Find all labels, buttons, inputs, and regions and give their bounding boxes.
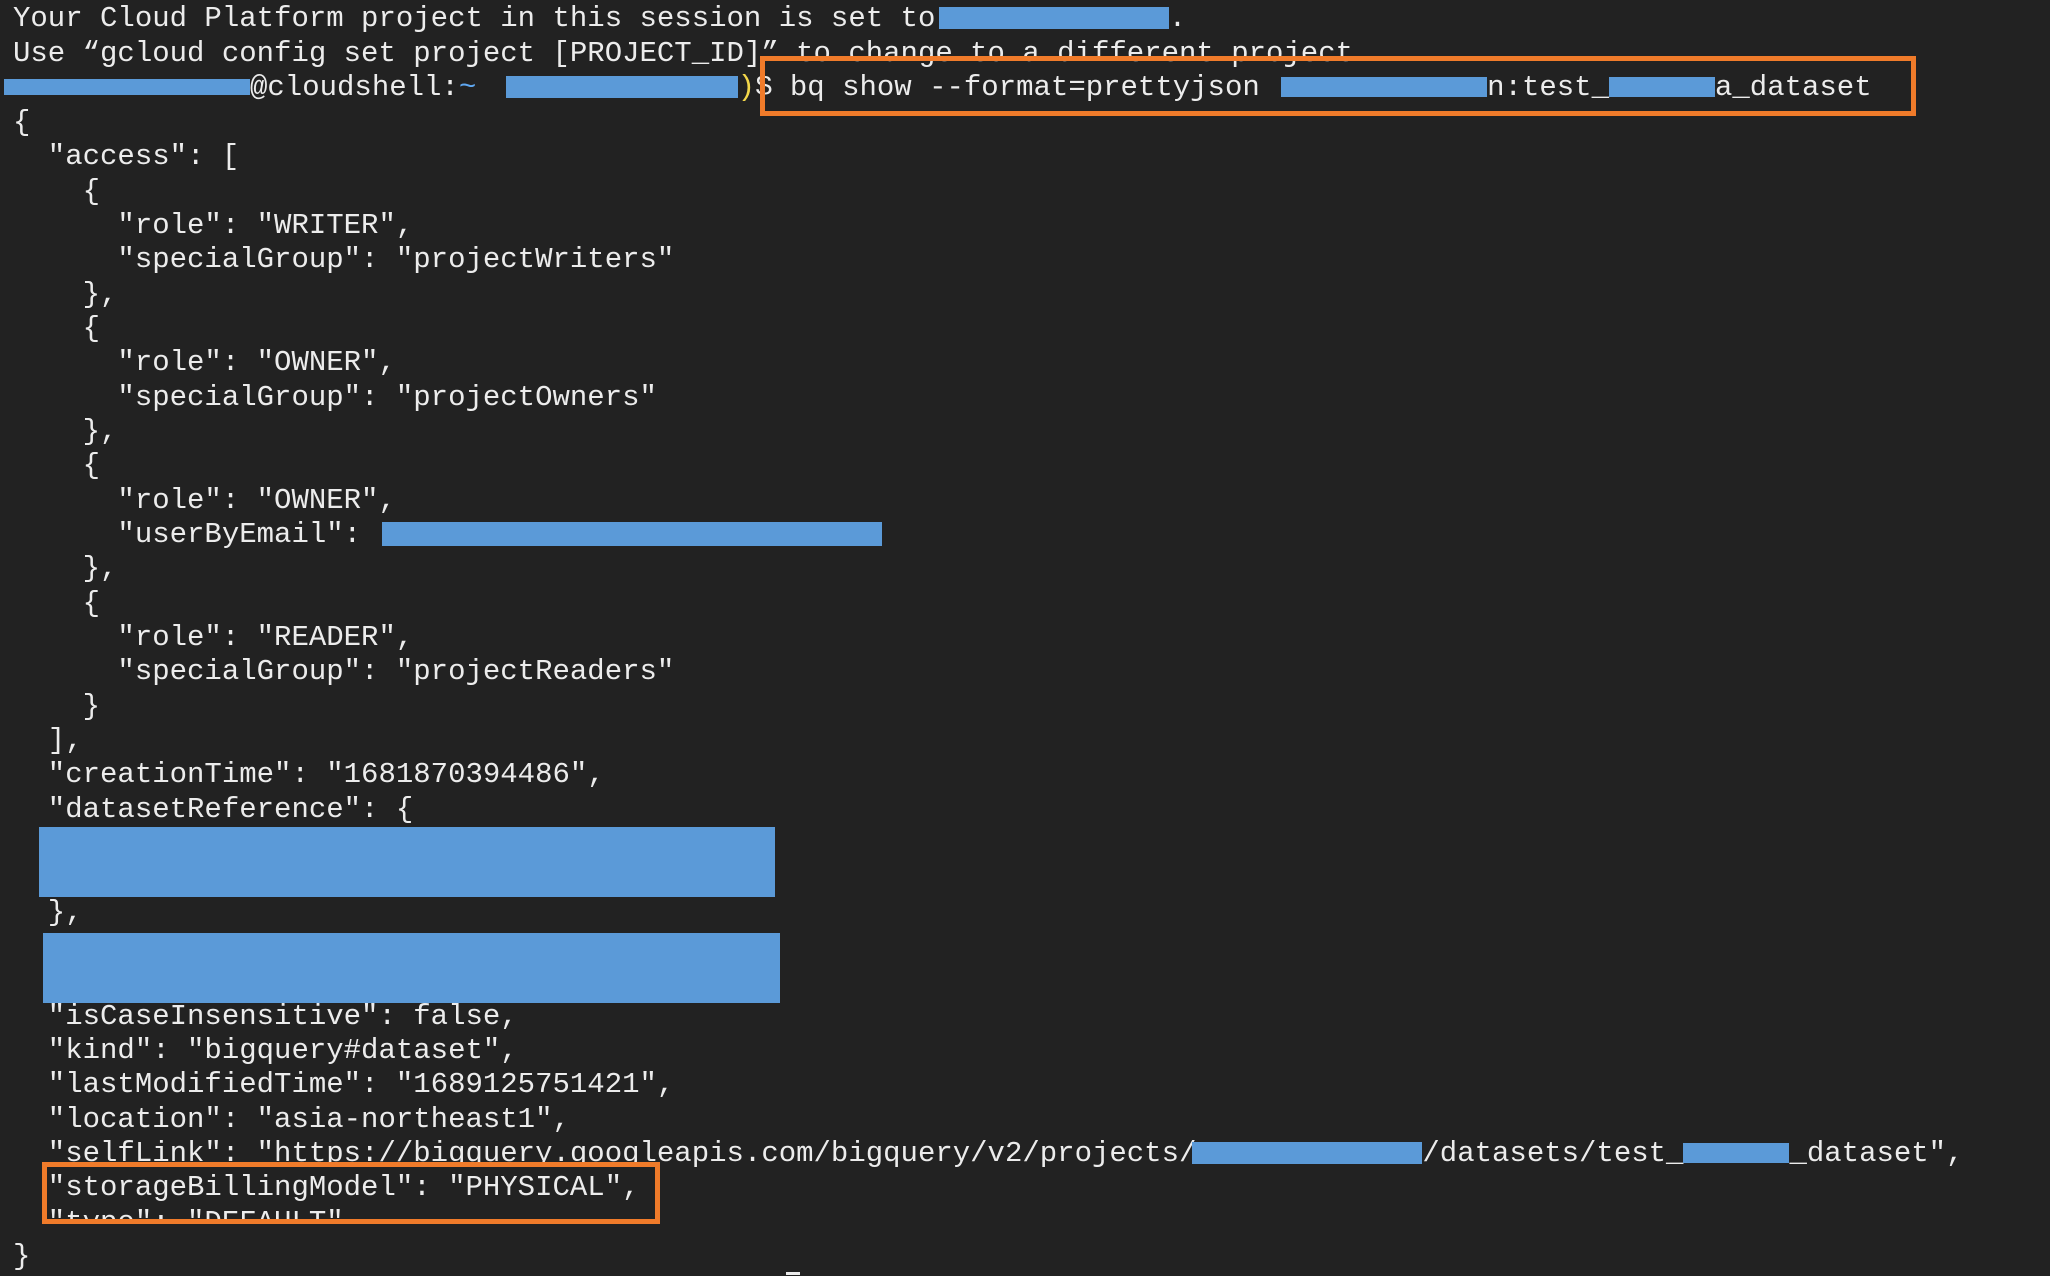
redacted-metadata-block [43,933,780,1003]
access-entry-open: { [13,175,101,208]
user-by-email-key: "userByEmail": [13,518,379,551]
terminal-window[interactable]: Your Cloud Platform project in this sess… [0,0,2050,1276]
prompt-path: ~ [458,71,477,104]
access-entry-group: "specialGroup": "projectWriters" [13,243,675,276]
json-dataset-reference: "datasetReference": { [13,793,414,826]
access-entry-group: "specialGroup": "projectReaders" [13,655,675,688]
access-entry-role: "role": "OWNER", [13,484,396,517]
redacted-project-id [938,7,1169,30]
access-entry-open: { [13,587,101,620]
storage-billing-highlight-box [42,1162,660,1224]
prompt-project-close: ) [737,71,756,104]
json-is-case-insensitive: "isCaseInsensitive": false, [13,1000,518,1033]
json-dataset-reference-close: }, [13,896,83,929]
session-info-period: . [1168,2,1187,35]
terminal-cursor [786,1272,800,1275]
json-last-modified: "lastModifiedTime": "1689125751421", [13,1068,675,1101]
redacted-self-link-dataset [1683,1143,1790,1164]
prompt-host: @cloudshell: [250,71,459,104]
access-entry-user-email: "userByEmail": [13,518,883,552]
redacted-email [382,522,883,547]
json-location: "location": "asia-northeast1", [13,1103,570,1136]
access-entry-close: }, [13,278,118,311]
json-access-key: "access": [ [13,140,240,173]
access-entry-close: }, [13,552,118,585]
self-link-middle: /datasets/test_ [1422,1137,1684,1170]
access-entry-role: "role": "OWNER", [13,346,396,379]
access-entry-close: }, [13,415,118,448]
session-info-text: Your Cloud Platform project in this sess… [13,2,953,35]
session-info-line: Your Cloud Platform project in this sess… [13,2,1186,36]
access-entry-open: { [13,312,101,345]
access-entry-close: } [13,690,101,723]
access-entry-open: { [13,449,101,482]
json-kind: "kind": "bigquery#dataset", [13,1034,518,1067]
json-open-brace: { [13,106,31,139]
self-link-suffix: _dataset", [1789,1137,1964,1170]
redacted-project-name [505,76,738,99]
json-access-close: ], [13,724,83,757]
json-close-brace: } [13,1240,31,1273]
redacted-dataset-reference-block [39,827,775,897]
access-entry-role: "role": "WRITER", [13,209,414,242]
access-entry-role: "role": "READER", [13,621,414,654]
redacted-username [4,79,250,96]
json-creation-time: "creationTime": "1681870394486", [13,758,605,791]
redacted-self-link-project [1192,1142,1423,1165]
access-entry-group: "specialGroup": "projectOwners" [13,381,657,414]
command-highlight-box [760,56,1916,116]
